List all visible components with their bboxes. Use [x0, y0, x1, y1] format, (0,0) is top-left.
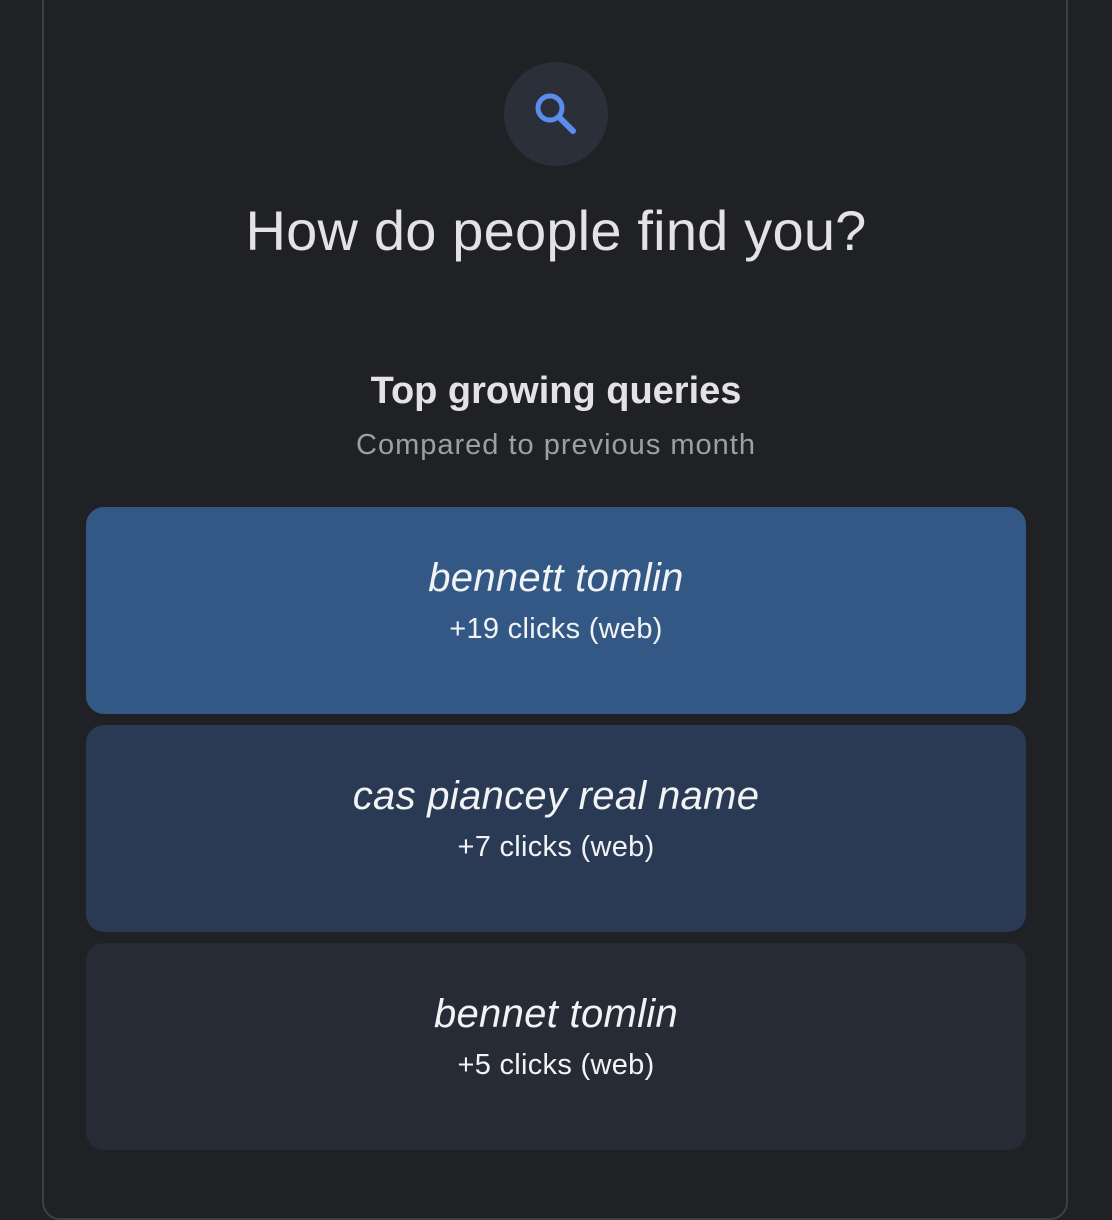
- page-title: How do people find you?: [245, 199, 867, 262]
- query-card[interactable]: bennett tomlin +19 clicks (web): [86, 507, 1026, 714]
- section-title: Top growing queries: [370, 370, 742, 412]
- search-icon: [535, 93, 576, 134]
- query-text: bennett tomlin: [428, 555, 684, 600]
- query-text: bennet tomlin: [433, 991, 679, 1036]
- query-clicks: +7 clicks (web): [457, 830, 655, 863]
- query-text: cas piancey real name: [352, 773, 760, 818]
- section-subtitle: Compared to previous month: [356, 429, 756, 461]
- query-clicks: +19 clicks (web): [449, 612, 663, 645]
- search-icon-badge: [504, 62, 608, 166]
- query-card[interactable]: cas piancey real name +7 clicks (web): [86, 725, 1026, 932]
- query-clicks: +5 clicks (web): [457, 1048, 655, 1081]
- query-card[interactable]: bennet tomlin +5 clicks (web): [86, 943, 1026, 1150]
